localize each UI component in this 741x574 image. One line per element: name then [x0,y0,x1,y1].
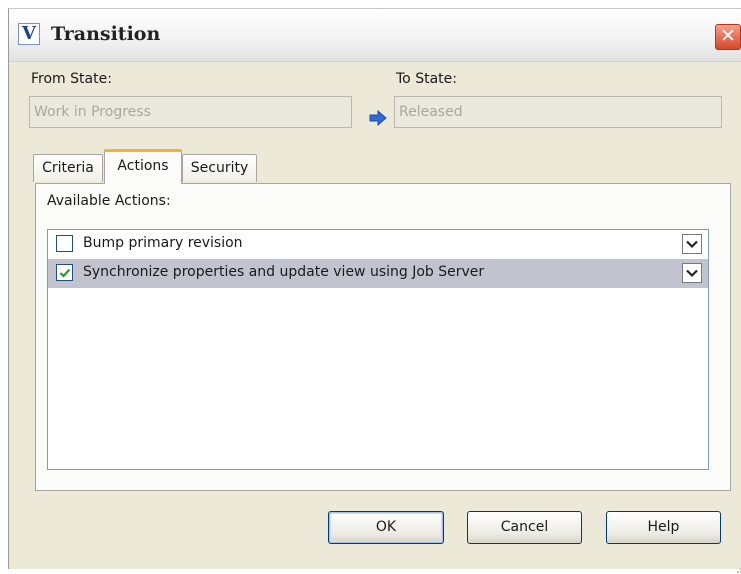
bump-revision-checkbox[interactable] [56,235,73,252]
cancel-button[interactable]: Cancel [467,511,582,544]
tab-actions[interactable]: Actions [104,149,182,184]
resize-grip-icon[interactable] [736,564,741,574]
to-state-field: Released [394,96,722,128]
right-arrow-icon [369,110,387,126]
checkmark-icon [59,268,71,278]
actions-list[interactable]: Bump primary revision Synchronize proper… [47,229,709,470]
from-state-field: Work in Progress [29,96,352,128]
list-item[interactable]: Bump primary revision [48,230,708,259]
dialog-title: Transition [51,23,161,45]
close-button[interactable]: ✕ [715,24,741,50]
to-state-label: To State: [396,71,457,87]
from-state-label: From State: [31,71,112,87]
list-item-label: Synchronize properties and update view u… [83,264,485,280]
tab-security[interactable]: Security [182,154,257,182]
chevron-down-icon [686,240,698,249]
list-item[interactable]: Synchronize properties and update view u… [48,259,708,288]
list-item-dropdown[interactable] [682,234,702,254]
app-logo-icon: V [18,23,40,45]
list-item-label: Bump primary revision [83,235,243,251]
synchronize-checkbox[interactable] [56,264,73,281]
help-button[interactable]: Help [606,511,721,544]
tab-criteria[interactable]: Criteria [33,154,103,182]
ok-button[interactable]: OK [328,511,444,544]
transition-dialog: V Transition ✕ From State: To State: Wor… [8,8,741,573]
list-item-dropdown[interactable] [682,263,702,283]
title-bar[interactable]: V Transition ✕ [9,9,741,62]
available-actions-heading: Available Actions: [47,193,171,209]
chevron-down-icon [686,269,698,278]
